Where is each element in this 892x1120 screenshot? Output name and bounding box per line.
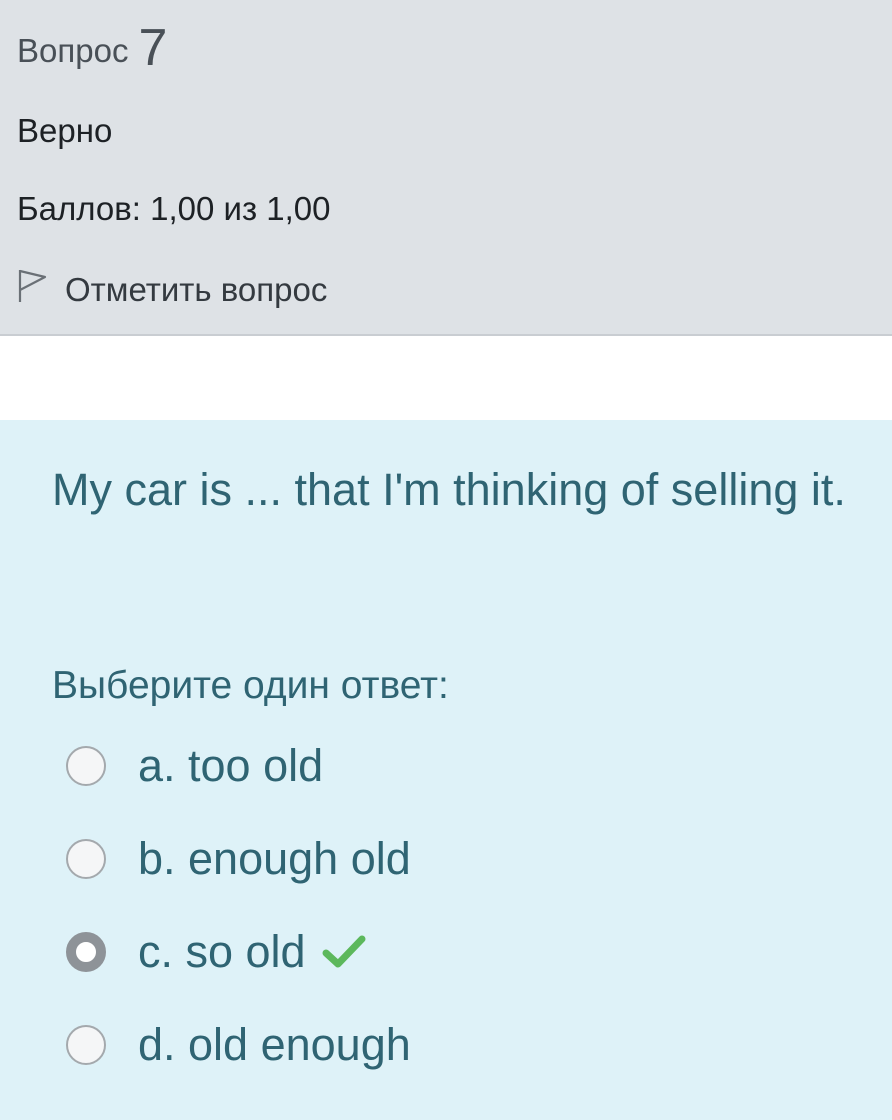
question-text: My car is ... that I'm thinking of selli…: [52, 464, 846, 515]
answer-radio-a[interactable]: [66, 746, 106, 786]
question-formulation: My car is ... that I'm thinking of selli…: [0, 420, 892, 1120]
question-number-heading: Вопрос 7: [17, 22, 167, 74]
answer-option-d[interactable]: d. old enough: [66, 1015, 411, 1075]
answer-prompt: Выберите один ответ:: [52, 664, 449, 707]
flag-question-label: Отметить вопрос: [65, 271, 328, 308]
answer-option-b[interactable]: b. enough old: [66, 829, 411, 889]
answer-radio-b[interactable]: [66, 839, 106, 879]
answer-radio-c[interactable]: [66, 932, 106, 972]
answer-radio-d[interactable]: [66, 1025, 106, 1065]
question-number: 7: [138, 19, 168, 77]
question-info-panel: Вопрос 7 Верно Баллов: 1,00 из 1,00 Отмет…: [0, 0, 892, 336]
question-label: Вопрос: [17, 32, 129, 69]
flag-question-button[interactable]: Отметить вопрос: [17, 268, 327, 312]
question-grade: Баллов: 1,00 из 1,00: [17, 190, 331, 227]
answer-label-a: a. too old: [138, 740, 324, 791]
answer-option-a[interactable]: a. too old: [66, 736, 323, 796]
answer-option-c[interactable]: c. so old: [66, 922, 366, 982]
question-state: Верно: [17, 112, 113, 149]
answer-label-b: b. enough old: [138, 833, 411, 884]
flag-icon: [17, 268, 65, 312]
checkmark-icon: [322, 934, 366, 970]
answer-label-d: d. old enough: [138, 1019, 411, 1070]
answer-label-c: c. so old: [138, 926, 306, 977]
